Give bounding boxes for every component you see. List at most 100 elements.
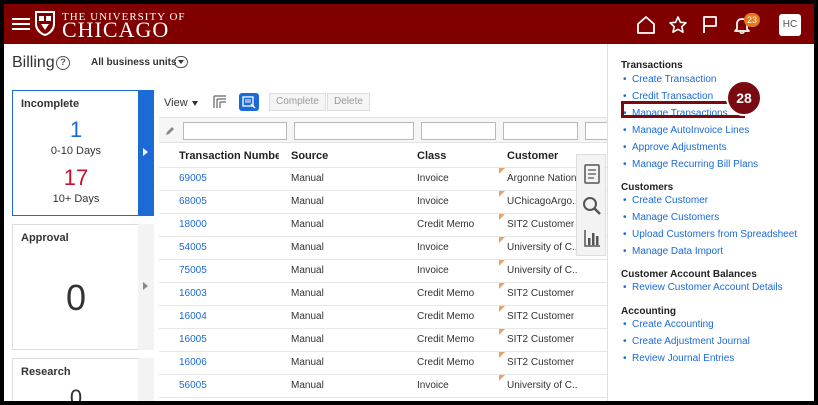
side-panel-tabs: [576, 154, 606, 256]
view-menu[interactable]: View: [164, 97, 198, 109]
tile-expand-arrow[interactable]: [138, 224, 154, 350]
transaction-link[interactable]: 16006: [179, 357, 207, 368]
delete-button[interactable]: Delete: [327, 93, 370, 111]
section-title-customers: Customers: [621, 182, 674, 193]
cell-class: Credit Memo: [417, 311, 475, 322]
tile-approval[interactable]: Approval 0: [12, 224, 154, 350]
table-row[interactable]: 75005 Manual Invoice University of C...: [159, 260, 607, 283]
cell-source: Manual: [291, 311, 324, 322]
task-create-customer[interactable]: Create Customer: [623, 195, 708, 206]
search-icon[interactable]: [582, 195, 602, 217]
incomplete-count-old[interactable]: 17: [13, 165, 139, 191]
business-unit-dropdown[interactable]: [174, 56, 188, 68]
cell-transaction-number[interactable]: 69005: [179, 173, 279, 184]
tile-title: Approval: [21, 232, 69, 244]
tile-research[interactable]: Research 0: [12, 358, 154, 401]
logo-line2: CHICAGO: [62, 17, 170, 42]
column-header-transaction-number[interactable]: Transaction Number: [179, 150, 279, 162]
research-count[interactable]: 0: [13, 385, 139, 401]
table-row[interactable]: 16004 Manual Credit Memo SIT2 Customer: [159, 306, 607, 329]
table-row[interactable]: 16003 Manual Credit Memo SIT2 Customer: [159, 283, 607, 306]
transaction-link[interactable]: 16004: [179, 311, 207, 322]
column-header-source[interactable]: Source: [291, 150, 401, 162]
task-manage-recurring-bill-plans[interactable]: Manage Recurring Bill Plans: [623, 159, 758, 170]
tile-title: Research: [21, 366, 71, 378]
home-icon[interactable]: [636, 15, 656, 35]
cell-transaction-number[interactable]: 18000: [179, 219, 279, 230]
university-logo[interactable]: THE UNIVERSITY OF CHICAGO: [34, 9, 185, 42]
tile-expand-arrow[interactable]: [138, 90, 154, 216]
task-create-adjustment-journal[interactable]: Create Adjustment Journal: [623, 336, 750, 347]
task-manage-data-import[interactable]: Manage Data Import: [623, 246, 723, 257]
freeze-columns-icon[interactable]: [213, 95, 227, 109]
transaction-link[interactable]: 16005: [179, 334, 207, 345]
help-icon[interactable]: ?: [56, 56, 70, 70]
clear-filter-icon[interactable]: [165, 126, 175, 136]
cell-source: Manual: [291, 196, 324, 207]
star-icon[interactable]: [668, 15, 688, 35]
task-create-accounting[interactable]: Create Accounting: [623, 319, 714, 330]
transaction-link[interactable]: 75005: [179, 265, 207, 276]
step-number-badge: 28: [726, 80, 762, 116]
cell-transaction-number[interactable]: 75005: [179, 265, 279, 276]
transaction-link[interactable]: 56005: [179, 380, 207, 391]
transaction-link[interactable]: 68005: [179, 196, 207, 207]
cell-transaction-number[interactable]: 16006: [179, 357, 279, 368]
chevron-down-icon: [191, 100, 198, 106]
transaction-link[interactable]: 18000: [179, 219, 207, 230]
filter-customer[interactable]: [503, 122, 578, 140]
cell-class: Invoice: [417, 242, 449, 253]
approval-count[interactable]: 0: [13, 277, 139, 319]
transaction-link[interactable]: 69005: [179, 173, 207, 184]
task-create-transaction[interactable]: Create Transaction: [623, 74, 716, 85]
filter-class[interactable]: [421, 122, 496, 140]
filter-next-column[interactable]: [585, 122, 607, 140]
cell-class: Credit Memo: [417, 334, 475, 345]
detach-button[interactable]: [239, 93, 259, 111]
table-header-row: Transaction Number Source Class Customer: [159, 144, 607, 168]
filter-row: [159, 117, 607, 143]
table-row[interactable]: 54005 Manual Invoice University of C...: [159, 237, 607, 260]
task-manage-autoinvoice-lines[interactable]: Manage AutoInvoice Lines: [623, 125, 749, 136]
table-row[interactable]: 56005 Manual Invoice University of C...: [159, 375, 607, 398]
avatar[interactable]: HC: [779, 14, 801, 36]
table-row[interactable]: 68005 Manual Invoice UChicagoArgo...: [159, 191, 607, 214]
incomplete-count-recent[interactable]: 1: [13, 117, 139, 143]
cell-transaction-number[interactable]: 54005: [179, 242, 279, 253]
column-header-class[interactable]: Class: [417, 150, 497, 162]
cell-transaction-number[interactable]: 16003: [179, 288, 279, 299]
filter-transaction-number[interactable]: [183, 122, 287, 140]
task-approve-adjustments[interactable]: Approve Adjustments: [623, 142, 726, 153]
cell-customer: SIT2 Customer: [507, 334, 575, 345]
task-upload-customers[interactable]: Upload Customers from Spreadsheet: [623, 229, 797, 240]
task-review-journal-entries[interactable]: Review Journal Entries: [623, 353, 734, 364]
view-label: View: [164, 97, 188, 109]
task-manage-customers[interactable]: Manage Customers: [623, 212, 719, 223]
cell-source: Manual: [291, 219, 324, 230]
incomplete-range-old: 10+ Days: [52, 193, 100, 205]
notification-badge[interactable]: 23: [744, 13, 761, 27]
details-icon[interactable]: [582, 163, 602, 185]
cell-customer: UChicagoArgo...: [507, 196, 577, 207]
transaction-link[interactable]: 16003: [179, 288, 207, 299]
bar-chart-icon[interactable]: [582, 227, 602, 249]
task-review-customer-account-details[interactable]: Review Customer Account Details: [623, 282, 783, 293]
menu-icon[interactable]: [12, 15, 30, 33]
table-row[interactable]: 69005 Manual Invoice Argonne Nation...: [159, 168, 607, 191]
column-header-customer[interactable]: Customer: [503, 150, 577, 162]
cell-customer: University of C...: [507, 265, 577, 276]
transaction-link[interactable]: 54005: [179, 242, 207, 253]
flag-icon[interactable]: [700, 15, 720, 35]
table-row[interactable]: 16005 Manual Credit Memo SIT2 Customer: [159, 329, 607, 352]
cell-transaction-number[interactable]: 16004: [179, 311, 279, 322]
cell-class: Invoice: [417, 173, 449, 184]
tile-incomplete[interactable]: Incomplete 1 0-10 Days 17 10+ Days: [12, 90, 154, 216]
table-row[interactable]: 18000 Manual Credit Memo SIT2 Customer: [159, 214, 607, 237]
complete-button[interactable]: Complete: [269, 93, 326, 111]
table-row[interactable]: 16006 Manual Credit Memo SIT2 Customer: [159, 352, 607, 375]
cell-transaction-number[interactable]: 16005: [179, 334, 279, 345]
filter-source[interactable]: [294, 122, 414, 140]
cell-transaction-number[interactable]: 56005: [179, 380, 279, 391]
cell-transaction-number[interactable]: 68005: [179, 196, 279, 207]
tile-expand-arrow[interactable]: [138, 358, 154, 401]
